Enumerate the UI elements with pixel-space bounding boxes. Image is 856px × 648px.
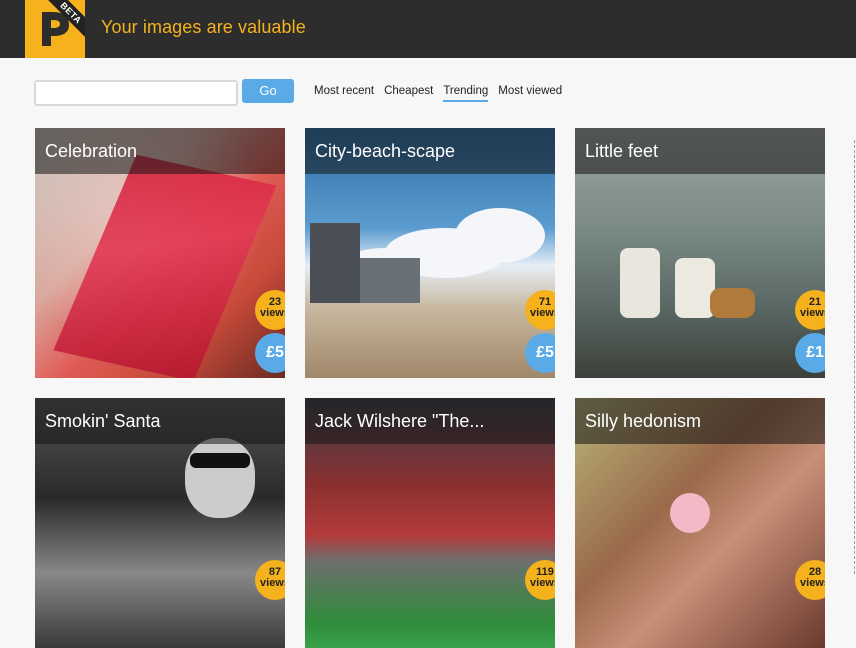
card-title: Little feet [585,141,659,161]
image-card-city-beach[interactable]: City-beach-scape 71views £5 [305,128,555,378]
card-title: Celebration [45,141,138,161]
tab-cheapest[interactable]: Cheapest [384,85,433,102]
image-card-silly-hedonism[interactable]: Silly hedonism 28views [575,398,825,648]
go-button[interactable]: Go [242,79,294,103]
card-title: City-beach-scape [315,141,456,161]
column-divider [854,140,855,574]
views-label: views [530,577,555,589]
top-header: BETA Your images are valuable [0,0,856,58]
views-label: views [530,307,555,319]
search-input[interactable] [34,80,238,106]
views-label: views [800,577,825,589]
card-title: Smokin' Santa [45,411,161,431]
card-title: Silly hedonism [585,411,702,431]
views-label: views [260,307,285,319]
views-label: views [800,307,825,319]
tab-trending[interactable]: Trending [443,85,489,102]
tab-most-recent[interactable]: Most recent [314,85,374,102]
tab-most-viewed[interactable]: Most viewed [498,85,562,102]
image-card-celebration[interactable]: Celebration 23views £5 [35,128,285,378]
views-label: views [260,577,285,589]
sort-tabs: Most recent Cheapest Trending Most viewe… [314,85,572,102]
image-card-jack-wilshere[interactable]: Jack Wilshere "The... 119views [305,398,555,648]
site-logo[interactable]: BETA [25,0,85,58]
card-title: Jack Wilshere "The... [315,411,485,431]
image-card-little-feet[interactable]: Little feet 21views £1 [575,128,825,378]
tagline: Your images are valuable [101,17,306,37]
image-card-smokin-santa[interactable]: Smokin' Santa 87views [35,398,285,648]
